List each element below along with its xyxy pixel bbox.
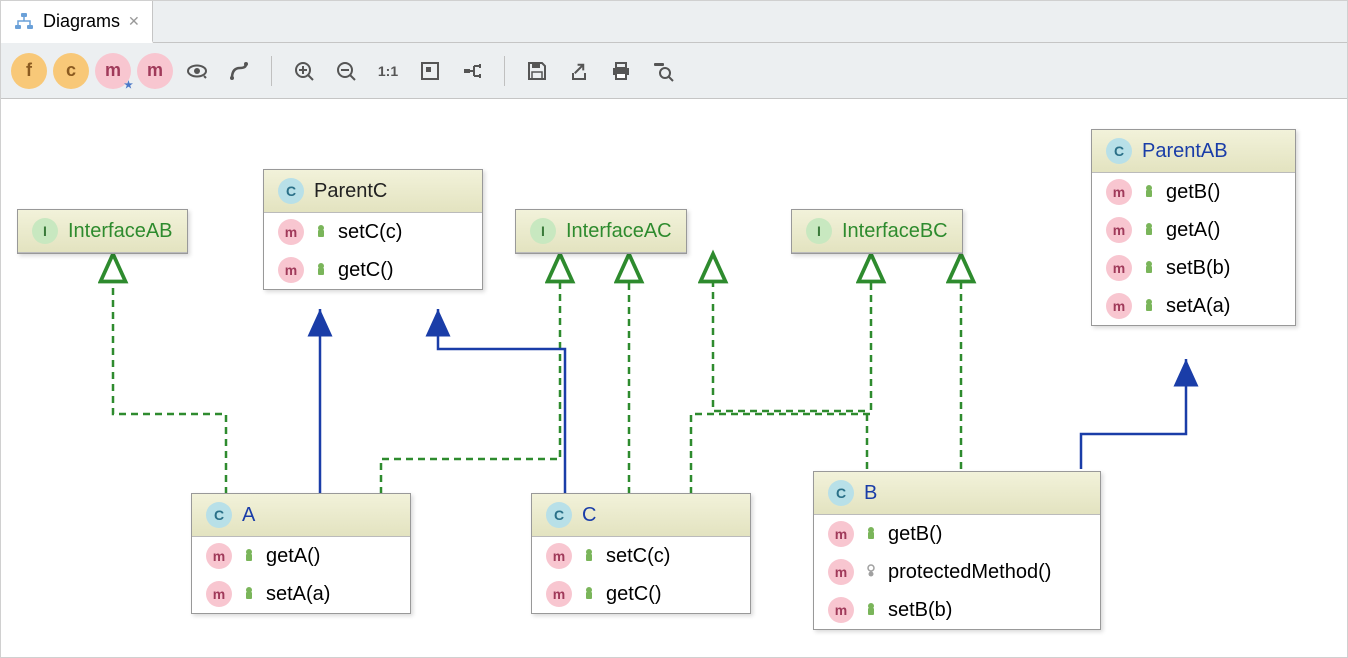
class-icon: C [278, 178, 304, 204]
member-sig: setB(b) [888, 599, 952, 622]
zoom-out-button[interactable] [328, 53, 364, 89]
member-row: m getA() [192, 537, 410, 575]
public-icon [582, 583, 596, 606]
method-icon: m [206, 543, 232, 569]
member-sig: getC() [606, 583, 662, 606]
edge-routing-button[interactable] [221, 53, 257, 89]
node-title: B [864, 482, 877, 505]
node-title: InterfaceAB [68, 220, 173, 243]
member-row: m setA(a) [192, 575, 410, 613]
tab-bar: Diagrams ✕ [1, 1, 1347, 43]
method-icon: m [828, 597, 854, 623]
member-sig: getC() [338, 259, 394, 282]
member-sig: setB(b) [1166, 257, 1230, 280]
member-sig: setC(c) [338, 221, 402, 244]
visibility-button[interactable] [179, 53, 215, 89]
member-sig: getA() [1166, 219, 1220, 242]
member-row: m getA() [1092, 211, 1295, 249]
toolbar: f c m★ m 1:1 [1, 43, 1347, 99]
method-icon: m [828, 521, 854, 547]
print-button[interactable] [603, 53, 639, 89]
fit-content-button[interactable] [412, 53, 448, 89]
member-row: m protectedMethod() [814, 553, 1100, 591]
node-title: InterfaceBC [842, 220, 948, 243]
protected-icon [864, 561, 878, 584]
node-classA[interactable]: C A m getA() m setA(a) [191, 493, 411, 614]
member-sig: setA(a) [1166, 295, 1230, 318]
method-icon: m [1106, 217, 1132, 243]
node-interfaceBC[interactable]: I InterfaceBC [791, 209, 963, 254]
tab-title: Diagrams [43, 11, 120, 32]
public-icon [1142, 219, 1156, 242]
method-icon: m [206, 581, 232, 607]
interface-icon: I [32, 218, 58, 244]
node-classB[interactable]: C B m getB() m protectedMethod() m setB(… [813, 471, 1101, 630]
save-button[interactable] [519, 53, 555, 89]
node-title: A [242, 504, 255, 527]
filter-methods-starred-button[interactable]: m★ [95, 53, 131, 89]
public-icon [864, 523, 878, 546]
public-icon [242, 545, 256, 568]
public-icon [314, 221, 328, 244]
member-row: m setA(a) [1092, 287, 1295, 325]
node-title: InterfaceAC [566, 220, 672, 243]
node-title: ParentAB [1142, 140, 1228, 163]
tab-diagrams[interactable]: Diagrams ✕ [1, 1, 153, 43]
node-interfaceAC[interactable]: I InterfaceAC [515, 209, 687, 254]
member-row: m setB(b) [1092, 249, 1295, 287]
method-icon: m [278, 219, 304, 245]
diagram-canvas[interactable]: I InterfaceAB C ParentC m setC(c) m getC… [1, 99, 1347, 657]
member-row: m setC(c) [532, 537, 750, 575]
zoom-in-button[interactable] [286, 53, 322, 89]
method-icon: m [1106, 293, 1132, 319]
member-row: m setC(c) [264, 213, 482, 251]
member-sig: protectedMethod() [888, 561, 1051, 584]
class-icon: C [546, 502, 572, 528]
member-row: m getC() [532, 575, 750, 613]
filter-constructors-button[interactable]: c [53, 53, 89, 89]
class-icon: C [206, 502, 232, 528]
actual-size-button[interactable]: 1:1 [370, 53, 406, 89]
method-icon: m [1106, 179, 1132, 205]
node-parentC[interactable]: C ParentC m setC(c) m getC() [263, 169, 483, 290]
public-icon [314, 259, 328, 282]
close-icon[interactable]: ✕ [128, 13, 140, 30]
class-icon: C [828, 480, 854, 506]
member-row: m setB(b) [814, 591, 1100, 629]
method-icon: m [546, 581, 572, 607]
public-icon [1142, 257, 1156, 280]
member-row: m getC() [264, 251, 482, 289]
member-sig: getA() [266, 545, 320, 568]
interface-icon: I [530, 218, 556, 244]
node-title: C [582, 504, 596, 527]
public-icon [1142, 181, 1156, 204]
find-button[interactable] [645, 53, 681, 89]
diagram-icon [13, 12, 35, 30]
member-sig: getB() [1166, 181, 1220, 204]
node-parentAB[interactable]: C ParentAB m getB() m getA() m setB(b) m… [1091, 129, 1296, 326]
public-icon [242, 583, 256, 606]
interface-icon: I [806, 218, 832, 244]
class-icon: C [1106, 138, 1132, 164]
public-icon [864, 599, 878, 622]
node-classC[interactable]: C C m setC(c) m getC() [531, 493, 751, 614]
public-icon [582, 545, 596, 568]
filter-fields-button[interactable]: f [11, 53, 47, 89]
method-icon: m [828, 559, 854, 585]
member-row: m getB() [1092, 173, 1295, 211]
export-button[interactable] [561, 53, 597, 89]
method-icon: m [278, 257, 304, 283]
member-row: m getB() [814, 515, 1100, 553]
method-icon: m [1106, 255, 1132, 281]
member-sig: setA(a) [266, 583, 330, 606]
node-title: ParentC [314, 180, 387, 203]
layout-button[interactable] [454, 53, 490, 89]
filter-methods-button[interactable]: m [137, 53, 173, 89]
node-interfaceAB[interactable]: I InterfaceAB [17, 209, 188, 254]
member-sig: setC(c) [606, 545, 670, 568]
member-sig: getB() [888, 523, 942, 546]
method-icon: m [546, 543, 572, 569]
public-icon [1142, 295, 1156, 318]
